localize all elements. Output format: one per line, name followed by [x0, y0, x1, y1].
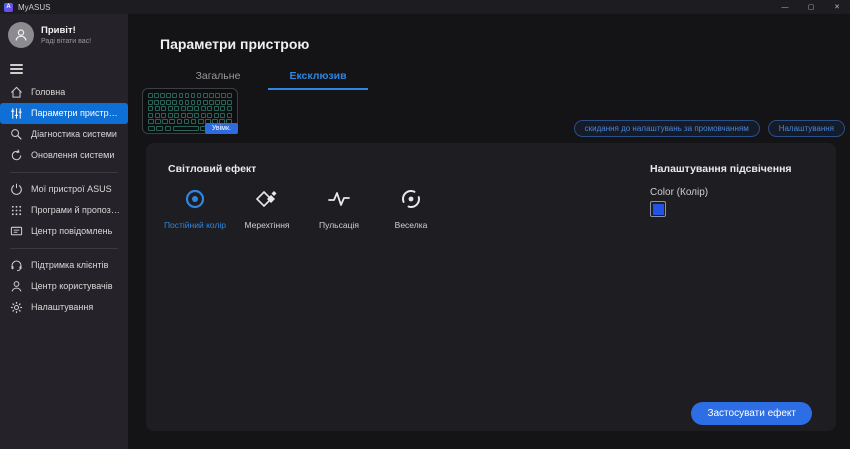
diagnostics-icon	[10, 128, 23, 141]
effect-breathing[interactable]: Мерехтіння	[234, 187, 300, 230]
action-buttons: скидання до налаштувань за промовчанням …	[574, 120, 845, 137]
close-button[interactable]: ✕	[824, 0, 850, 14]
user-icon	[10, 280, 23, 293]
sidebar-item-label: Головна	[31, 87, 65, 97]
sidebar-item-label: Параметри пристрою	[31, 108, 120, 118]
pulse-icon	[327, 187, 351, 211]
profile-block[interactable]: Привіт! Раді вітати вас!	[0, 14, 128, 52]
effect-label: Пульсація	[319, 220, 359, 230]
home-icon	[10, 86, 23, 99]
sidebar: Привіт! Раді вітати вас! Головна Парамет…	[0, 14, 128, 449]
sidebar-item-message-center[interactable]: Центр повідомлень	[0, 221, 128, 242]
sidebar-item-device-settings[interactable]: Параметри пристрою	[0, 103, 128, 124]
color-label: Color (Колір)	[650, 187, 708, 198]
sidebar-item-customer-support[interactable]: Підтримка клієнтів	[0, 255, 128, 276]
sidebar-divider	[10, 172, 118, 173]
person-icon	[14, 28, 28, 42]
apps-grid-icon	[10, 204, 23, 217]
sidebar-item-home[interactable]: Головна	[0, 82, 128, 103]
message-icon	[10, 225, 23, 238]
my-devices-icon	[10, 183, 23, 196]
sidebar-item-label: Налаштування	[31, 302, 93, 312]
keyboard-toggle-button[interactable]: Увімк.	[205, 123, 238, 134]
effect-pulse[interactable]: Пульсація	[306, 187, 372, 230]
reset-defaults-button[interactable]: скидання до налаштувань за промовчанням	[574, 120, 760, 137]
color-swatch-fill	[653, 204, 664, 215]
headset-icon	[10, 259, 23, 272]
menu-toggle-icon[interactable]	[10, 64, 23, 74]
avatar	[8, 22, 34, 48]
myasus-logo-icon: A	[4, 3, 13, 12]
sidebar-item-system-update[interactable]: Оновлення системи	[0, 145, 128, 166]
sidebar-item-label: Центр користувачів	[31, 281, 113, 291]
sidebar-item-settings[interactable]: Налаштування	[0, 297, 128, 318]
gear-icon	[10, 301, 23, 314]
maximize-button[interactable]: ▢	[798, 0, 824, 14]
sidebar-item-label: Діагностика системи	[31, 129, 117, 139]
apply-effect-button[interactable]: Застосувати ефект	[691, 402, 812, 425]
sidebar-item-label: Підтримка клієнтів	[31, 260, 108, 270]
effect-rainbow[interactable]: Веселка	[378, 187, 444, 230]
sidebar-item-diagnostics[interactable]: Діагностика системи	[0, 124, 128, 145]
page-title: Параметри пристрою	[160, 36, 309, 52]
tab-exclusive[interactable]: Ексклюзив	[268, 70, 368, 90]
update-icon	[10, 149, 23, 162]
tab-bar: Загальне Ексклюзив	[168, 70, 368, 90]
tab-general[interactable]: Загальне	[168, 70, 268, 90]
window-title: MyASUS	[18, 3, 50, 12]
sidebar-item-label: Центр повідомлень	[31, 226, 112, 236]
greeting-subtext: Раді вітати вас!	[41, 38, 91, 45]
color-swatch[interactable]	[650, 201, 666, 217]
light-effect-title: Світловий ефект	[168, 163, 256, 175]
effect-static-color[interactable]: Постійний колір	[162, 187, 228, 230]
breathing-icon	[255, 187, 279, 211]
main-content: Параметри пристрою Загальне Ексклюзив Ув…	[128, 14, 850, 449]
sidebar-item-user-center[interactable]: Центр користувачів	[0, 276, 128, 297]
backlight-settings-title: Налаштування підсвічення	[650, 163, 792, 175]
effects-row: Постійний колір Мерехтіння Пульсація	[162, 187, 444, 230]
sidebar-item-label: Оновлення системи	[31, 150, 114, 160]
settings-button[interactable]: Налаштування	[768, 120, 845, 137]
sidebar-item-label: Програми й пропозиції від...	[31, 205, 120, 215]
minimize-button[interactable]: —	[772, 0, 798, 14]
light-effect-panel: Світловий ефект Постійний колір Мерехтін…	[146, 143, 836, 431]
rainbow-icon	[399, 187, 423, 211]
device-settings-icon	[10, 107, 23, 120]
sidebar-item-label: Мої пристрої ASUS	[31, 184, 112, 194]
keyboard-preview[interactable]: Увімк.	[142, 88, 238, 134]
effect-label: Постійний колір	[164, 220, 226, 230]
static-color-icon	[183, 187, 207, 211]
greeting-text: Привіт!	[41, 25, 91, 36]
sidebar-item-my-devices[interactable]: Мої пристрої ASUS	[0, 179, 128, 200]
effect-label: Мерехтіння	[244, 220, 289, 230]
sidebar-divider	[10, 248, 118, 249]
titlebar: A MyASUS — ▢ ✕	[0, 0, 850, 14]
sidebar-item-apps-offers[interactable]: Програми й пропозиції від...	[0, 200, 128, 221]
effect-label: Веселка	[395, 220, 428, 230]
